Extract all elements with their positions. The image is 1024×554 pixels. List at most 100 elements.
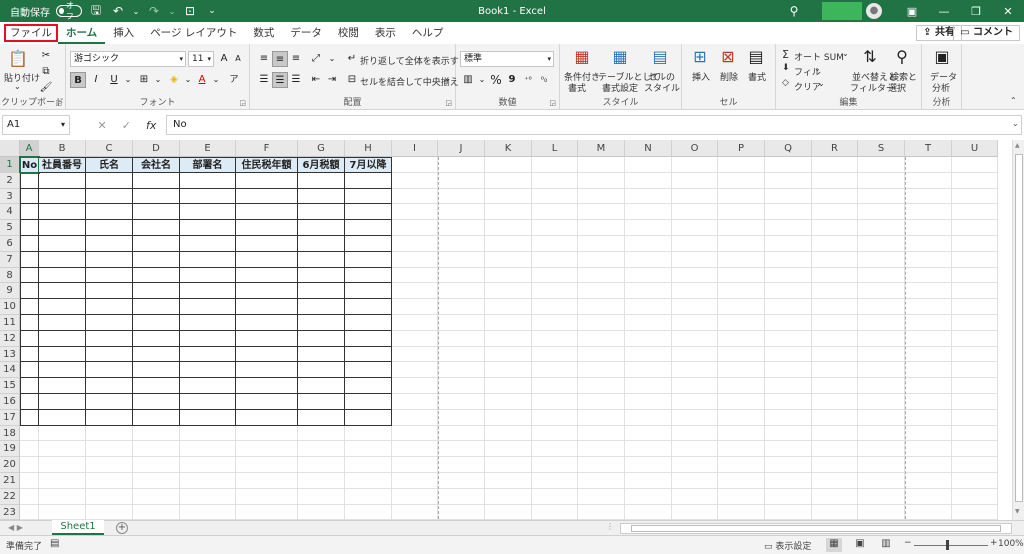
grid-cell[interactable] [952, 409, 998, 426]
grid-cell[interactable] [578, 172, 625, 189]
grid-cell[interactable] [298, 267, 345, 284]
customize-icon[interactable]: ⌄ [204, 6, 220, 16]
grid-cell[interactable] [765, 346, 812, 363]
grid-cell[interactable] [718, 236, 765, 252]
delete-cells-button[interactable]: 削除 [720, 70, 738, 83]
grid-cell[interactable] [812, 267, 858, 284]
grid-cell[interactable] [812, 188, 858, 205]
grid-cell[interactable] [718, 425, 765, 442]
grid-cell[interactable] [133, 236, 180, 252]
grid-cell[interactable] [905, 315, 952, 331]
grid-cell[interactable] [39, 473, 86, 489]
grid-cell[interactable] [133, 267, 180, 284]
grid-cell[interactable] [180, 251, 236, 268]
grid-cell[interactable] [672, 488, 718, 505]
grid-cell[interactable] [438, 283, 485, 300]
grid-cell[interactable] [392, 441, 438, 458]
grid-cell[interactable] [952, 457, 998, 473]
grid-cell[interactable] [485, 473, 532, 489]
grid-cell[interactable] [298, 473, 345, 489]
grid-cell[interactable] [578, 362, 625, 379]
grid-cell[interactable] [20, 378, 39, 394]
grid-cell[interactable] [180, 330, 236, 347]
grid-cell[interactable] [298, 362, 345, 379]
grid-cell[interactable] [298, 283, 345, 300]
grid-cell[interactable] [392, 204, 438, 221]
grid-cell[interactable] [20, 299, 39, 315]
grid-cell[interactable] [133, 488, 180, 505]
grid-cell[interactable] [86, 330, 133, 347]
column-header-f[interactable]: F [236, 140, 298, 157]
grid-cell[interactable] [236, 236, 298, 252]
grid-cell[interactable] [532, 204, 578, 221]
grid-cell[interactable] [345, 172, 392, 189]
grid-cell[interactable] [625, 315, 672, 331]
grid-cell[interactable] [20, 504, 39, 521]
grid-cell[interactable] [86, 172, 133, 189]
grid-cell[interactable] [858, 425, 905, 442]
grid-cell[interactable] [392, 409, 438, 426]
grid-cell[interactable] [438, 409, 485, 426]
align-bottom-icon[interactable]: ≡ [288, 51, 304, 67]
row-header-15[interactable]: 15 [0, 378, 20, 394]
grid-cell[interactable] [20, 346, 39, 363]
grid-cell[interactable] [345, 188, 392, 205]
grid-cell[interactable] [20, 315, 39, 331]
grid-cell[interactable] [578, 346, 625, 363]
scroll-up-icon[interactable]: ▲ [1015, 142, 1020, 149]
grid-cell[interactable] [952, 346, 998, 363]
grid-cell[interactable] [86, 188, 133, 205]
grid-cell[interactable] [625, 330, 672, 347]
grid-cell[interactable] [20, 362, 39, 379]
tab-insert[interactable]: 挿入 [105, 22, 142, 44]
tab-split-icon[interactable]: ⋮ [606, 522, 614, 531]
grid-cell[interactable] [298, 504, 345, 521]
grid-cell[interactable] [858, 204, 905, 221]
grid-cell[interactable] [392, 362, 438, 379]
grid-cell[interactable] [392, 457, 438, 473]
grid-cell[interactable] [765, 330, 812, 347]
grid-cell[interactable] [905, 236, 952, 252]
grid-cell[interactable] [485, 172, 532, 189]
grid-cell[interactable] [905, 172, 952, 189]
grid-cell[interactable] [345, 251, 392, 268]
grid-cell[interactable] [812, 378, 858, 394]
merge-dropdown-icon[interactable]: ⌄ [444, 74, 451, 83]
grid-cell[interactable] [765, 157, 812, 173]
grid-cell[interactable] [298, 204, 345, 221]
tab-view[interactable]: 表示 [367, 22, 404, 44]
grid-cell[interactable] [86, 409, 133, 426]
clear-button[interactable]: クリア [794, 80, 821, 93]
font-size-select[interactable]: 11 ▾ [188, 51, 214, 67]
tab-page-layout[interactable]: ページ レイアウト [142, 22, 245, 44]
grid-cell[interactable] [532, 283, 578, 300]
ribbon-display-icon[interactable]: ▣ [896, 5, 928, 18]
grid-cell[interactable] [625, 378, 672, 394]
undo-icon[interactable]: ↶ [110, 4, 126, 18]
row-header-17[interactable]: 17 [0, 409, 20, 426]
grid-cell[interactable] [133, 172, 180, 189]
grid-cell[interactable] [180, 188, 236, 205]
grid-cell[interactable] [905, 362, 952, 379]
percent-button[interactable]: % [488, 72, 504, 88]
grid-cell[interactable] [345, 378, 392, 394]
grid-cell[interactable] [86, 504, 133, 521]
grid-cell[interactable] [39, 346, 86, 363]
conditional-formatting-line2[interactable]: 書式 [568, 81, 586, 94]
grid-cell[interactable] [812, 362, 858, 379]
grid-cell[interactable] [236, 188, 298, 205]
grid-cell[interactable] [812, 473, 858, 489]
grid-cell[interactable] [532, 394, 578, 410]
grid-cell[interactable] [625, 267, 672, 284]
grid-cell[interactable] [952, 172, 998, 189]
grid-cell[interactable] [625, 488, 672, 505]
grid-cell[interactable] [765, 378, 812, 394]
grid-cell[interactable] [39, 362, 86, 379]
grid-cell[interactable] [392, 251, 438, 268]
grid-cell[interactable] [672, 204, 718, 221]
row-header-12[interactable]: 12 [0, 330, 20, 347]
grid-cell[interactable] [578, 441, 625, 458]
grid-cell[interactable] [438, 346, 485, 363]
grid-cell[interactable] [438, 188, 485, 205]
grid-cell[interactable] [812, 457, 858, 473]
